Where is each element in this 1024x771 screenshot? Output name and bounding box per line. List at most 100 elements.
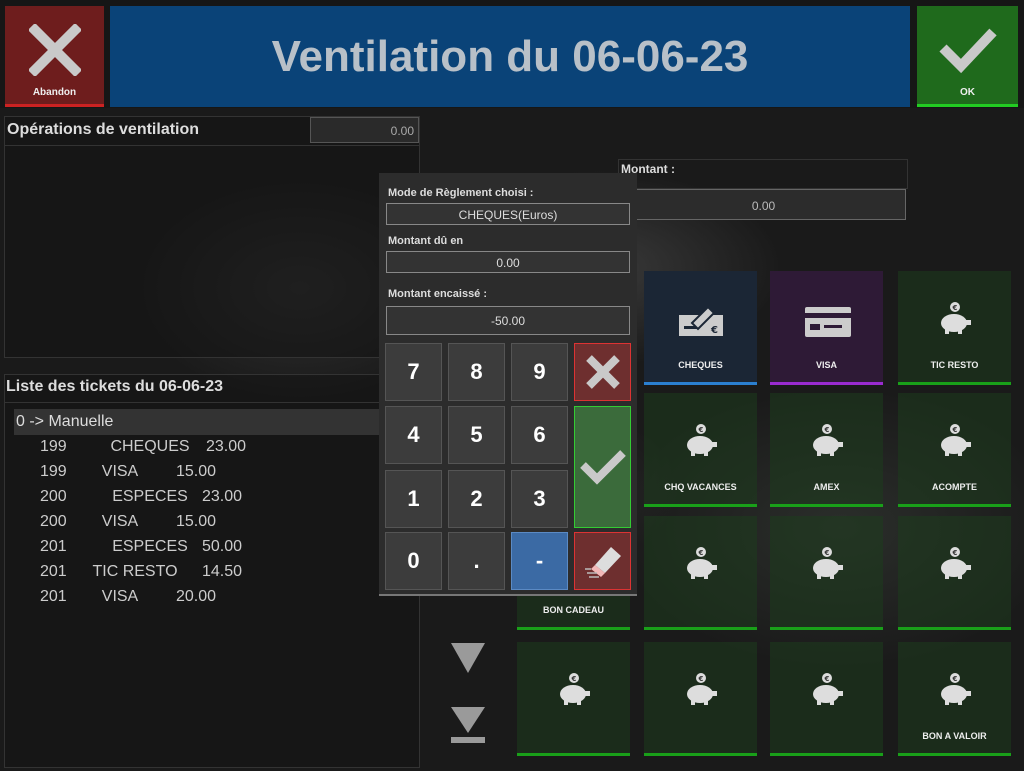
paid-label: Montant encaissé :: [388, 288, 488, 300]
table-row[interactable]: 201 VISA 20.00: [0, 588, 380, 610]
svg-text:€: €: [824, 675, 830, 683]
payment-tile[interactable]: €: [770, 516, 883, 630]
ticket-amount: 20.00: [175, 588, 216, 605]
enter-key[interactable]: [574, 406, 631, 528]
ticket-mode: VISA: [101, 588, 139, 605]
eraser-icon: [584, 547, 621, 578]
table-row[interactable]: 201 TIC RESTO 14.50: [0, 563, 380, 585]
svg-text:€: €: [952, 426, 958, 434]
divider: [5, 402, 419, 403]
payment-tile[interactable]: €: [517, 642, 630, 756]
table-row[interactable]: 201 ESPECES 50.00: [0, 538, 380, 560]
payment-tile-acompte[interactable]: € ACOMPTE: [898, 393, 1011, 507]
tile-label: TIC RESTO: [930, 360, 979, 370]
ticket-mode: TIC RESTO: [92, 563, 178, 580]
cancel-label: Abandon: [32, 87, 77, 98]
ticket-mode: VISA: [101, 463, 139, 480]
svg-text:€: €: [710, 325, 718, 336]
key-4[interactable]: 4: [385, 406, 442, 464]
scroll-to-end-icon[interactable]: [451, 707, 485, 743]
piggy-bank-icon: €: [941, 547, 971, 579]
cheque-icon: €: [679, 305, 723, 336]
piggy-bank-icon: €: [687, 673, 717, 705]
key-7[interactable]: 7: [385, 343, 442, 401]
svg-text:€: €: [824, 426, 830, 434]
piggy-bank-icon: €: [813, 424, 843, 456]
ticket-amount: 15.00: [175, 513, 216, 530]
clear-key[interactable]: [574, 343, 631, 401]
payment-tile[interactable]: €: [644, 642, 757, 756]
operations-total-field: 0.00: [310, 117, 419, 143]
svg-text:€: €: [698, 549, 704, 557]
page-title: Ventilation du 06-06-23: [110, 6, 910, 107]
table-row[interactable]: 200 VISA 15.00: [0, 513, 380, 535]
piggy-bank-icon: €: [941, 302, 971, 334]
key-1[interactable]: 1: [385, 470, 442, 528]
payment-keypad-popup: Mode de Règlement choisi : CHEQUES(Euros…: [379, 173, 637, 596]
payment-tile-chq-vacances[interactable]: € CHQ VACANCES: [644, 393, 757, 507]
key-6[interactable]: 6: [511, 406, 568, 464]
operations-panel: [4, 116, 420, 358]
tile-label: BON CADEAU: [542, 605, 604, 615]
key-minus[interactable]: -: [511, 532, 568, 590]
table-row[interactable]: 199 VISA 15.00: [0, 463, 380, 485]
payment-tile-amex[interactable]: € AMEX: [770, 393, 883, 507]
montant-field[interactable]: 0.00: [621, 189, 906, 220]
piggy-bank-icon: €: [941, 424, 971, 456]
key-decimal[interactable]: .: [448, 532, 505, 590]
mode-field: CHEQUES(Euros): [386, 203, 630, 225]
payment-tile-tic-resto[interactable]: € TIC RESTO: [898, 271, 1011, 385]
checkmark-icon: [939, 28, 997, 74]
ticket-number: 199: [40, 438, 67, 455]
piggy-bank-icon: €: [687, 424, 717, 456]
svg-text:€: €: [952, 675, 958, 683]
payment-tile[interactable]: €: [644, 516, 757, 630]
payment-tile-bon-a-valoir[interactable]: € BON A VALOIR: [898, 642, 1011, 756]
ticket-mode: CHEQUES: [110, 438, 190, 455]
piggy-bank-icon: €: [813, 547, 843, 579]
divider: [5, 145, 419, 146]
operations-title: Opérations de ventilation: [7, 121, 200, 138]
mode-label: Mode de Règlement choisi :: [388, 187, 534, 199]
tile-label: BON A VALOIR: [922, 731, 987, 741]
key-3[interactable]: 3: [511, 470, 568, 528]
svg-text:€: €: [952, 549, 958, 557]
svg-text:€: €: [824, 549, 830, 557]
piggy-bank-icon: €: [813, 673, 843, 705]
svg-text:€: €: [698, 675, 704, 683]
key-0[interactable]: 0: [385, 532, 442, 590]
ticket-amount: 23.00: [201, 488, 242, 505]
svg-text:€: €: [952, 304, 958, 312]
tile-label: CHEQUES: [678, 360, 723, 370]
tickets-title: Liste des tickets du 06-06-23: [6, 378, 223, 395]
table-row[interactable]: 199 CHEQUES 23.00: [0, 438, 380, 460]
scroll-down-icon[interactable]: [451, 643, 485, 673]
key-9[interactable]: 9: [511, 343, 568, 401]
payment-tile-cheques[interactable]: € CHEQUES: [644, 271, 757, 385]
piggy-bank-icon: €: [687, 547, 717, 579]
key-5[interactable]: 5: [448, 406, 505, 464]
key-2[interactable]: 2: [448, 470, 505, 528]
payment-tile[interactable]: €: [898, 516, 1011, 630]
ok-button[interactable]: OK: [917, 6, 1018, 107]
paid-field[interactable]: -50.00: [386, 306, 630, 335]
payment-tile-visa[interactable]: VISA: [770, 271, 883, 385]
svg-text:€: €: [698, 426, 704, 434]
ticket-number: 200: [40, 488, 67, 505]
ticket-number: 201: [40, 538, 67, 555]
due-label: Montant dû en: [388, 235, 464, 247]
key-8[interactable]: 8: [448, 343, 505, 401]
payment-tile[interactable]: €: [770, 642, 883, 756]
cancel-button[interactable]: Abandon: [5, 6, 104, 107]
close-icon: [29, 24, 81, 76]
piggy-bank-icon: €: [560, 673, 590, 705]
ticket-amount: 14.50: [201, 563, 242, 580]
close-icon: [585, 355, 620, 389]
table-row[interactable]: 200 ESPECES 23.00: [0, 488, 380, 510]
ticket-number: 201: [40, 563, 67, 580]
tile-label: AMEX: [813, 482, 840, 492]
ticket-group-row[interactable]: 0 -> Manuelle: [14, 409, 380, 435]
erase-key[interactable]: [574, 532, 631, 590]
credit-card-icon: [805, 307, 851, 337]
svg-text:€: €: [571, 675, 577, 683]
